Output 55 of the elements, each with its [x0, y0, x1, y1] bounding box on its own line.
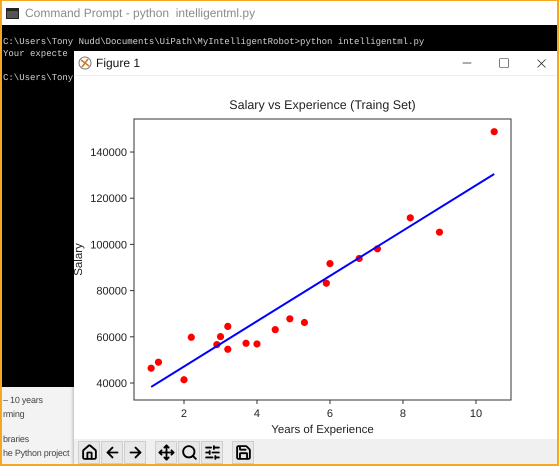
data-point	[356, 254, 363, 262]
data-point	[406, 214, 414, 222]
document-text: rming	[3, 408, 24, 420]
toolbar-button[interactable]	[124, 441, 146, 464]
data-point	[224, 346, 232, 353]
move-icon	[158, 444, 174, 461]
data-point	[374, 245, 382, 252]
window-title: Command Prompt - python intelligentml.py	[25, 5, 256, 22]
x-tick-label: 8	[400, 408, 406, 420]
console-line: C:\Users\Tony	[3, 72, 74, 84]
x-tick-label: 6	[326, 408, 334, 420]
x-axis-label: Years of Experience	[271, 424, 374, 436]
console-icon	[6, 8, 19, 18]
toolbar-button[interactable]	[155, 441, 177, 464]
left-arrow-icon	[104, 444, 120, 461]
data-point	[436, 228, 444, 236]
y-tick-label: 40000	[96, 378, 127, 390]
y-tick-label: 120000	[90, 193, 127, 206]
y-tick-label: 100000	[90, 239, 127, 252]
toolbar-button[interactable]	[78, 441, 100, 464]
toolbar-button[interactable]	[232, 441, 254, 464]
toolbar-button[interactable]	[178, 441, 200, 464]
data-point	[188, 334, 195, 341]
data-point	[224, 322, 232, 330]
y-axis-label: Salary	[74, 243, 85, 276]
document-text: he Python project	[3, 447, 70, 459]
data-point	[253, 340, 261, 348]
data-point	[300, 318, 308, 326]
data-point	[326, 260, 334, 268]
sliders-icon	[204, 444, 220, 461]
y-tick-label: 140000	[90, 147, 127, 160]
magnifier-icon	[180, 444, 198, 461]
data-point	[490, 128, 498, 136]
x-tick-label: 4	[254, 408, 260, 420]
console-line: Your expecte	[3, 48, 68, 60]
chart-title: Salary vs Experience (Traing Set)	[229, 98, 416, 112]
toolbar-button[interactable]	[101, 441, 123, 464]
document-text: – 10 years	[3, 394, 43, 406]
data-point	[272, 326, 279, 334]
data-point	[322, 280, 330, 287]
toolbar-button[interactable]	[201, 441, 223, 464]
console-line: C:\Users\Tony Nudd\Documents\UiPath\MyIntelligentRobot>python intelligentml.py	[3, 36, 424, 48]
home-icon	[80, 444, 98, 461]
x-tick-label: 2	[180, 408, 188, 420]
document-text: braries	[3, 433, 29, 445]
maximize-icon[interactable]	[498, 57, 510, 69]
y-tick-label: 60000	[96, 332, 127, 344]
data-point	[180, 376, 188, 384]
window-title: Figure 1	[96, 55, 140, 72]
right-arrow-icon	[126, 444, 144, 461]
x-tick-label: 10	[470, 408, 482, 420]
data-point	[286, 315, 294, 322]
y-tick-label: 80000	[96, 286, 127, 298]
figure-icon	[78, 56, 92, 70]
data-point	[242, 340, 250, 347]
